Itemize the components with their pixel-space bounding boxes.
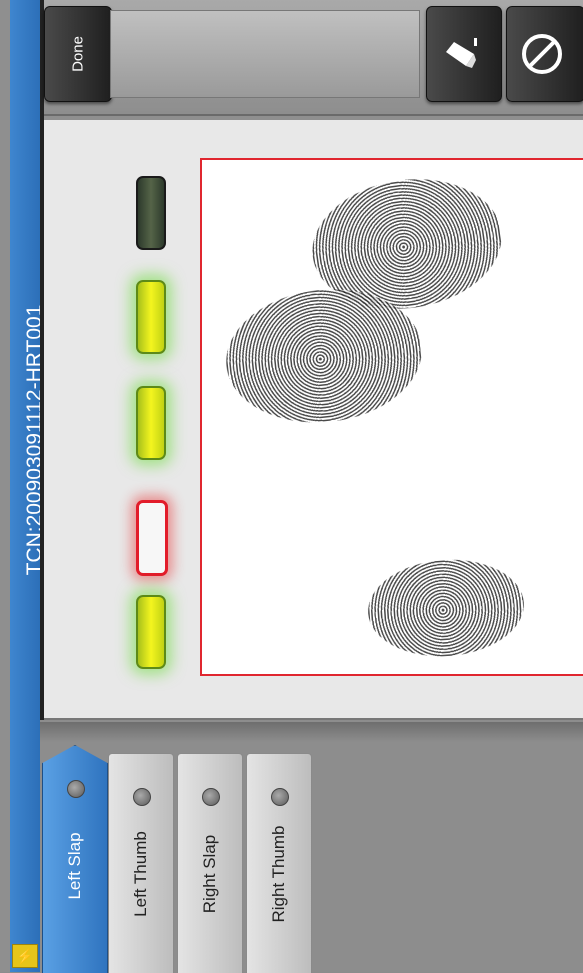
title-bar: TCN:200903091112-HRT001 (10, 0, 46, 972)
status-dot-icon (271, 788, 289, 806)
status-dot-icon (202, 788, 220, 806)
done-button[interactable]: Done (44, 6, 112, 102)
tab-right-thumb[interactable]: Right Thumb (246, 753, 312, 973)
quality-indicator-2 (136, 280, 166, 354)
no-entry-icon (518, 30, 574, 78)
tab-label: Left Thumb (131, 831, 150, 917)
app-logo-icon: ⚡ (12, 944, 38, 968)
done-button-label: Done (69, 36, 87, 72)
command-bar: Done (44, 0, 583, 116)
tab-label: Right Thumb (269, 825, 288, 923)
quality-indicator-4 (136, 500, 168, 576)
quality-indicator-1 (136, 176, 166, 250)
quality-indicator-3 (136, 386, 166, 460)
status-dot-icon (133, 788, 151, 806)
status-dot-icon (67, 780, 85, 798)
tab-bar-shadow (40, 722, 583, 742)
erase-button[interactable] (426, 6, 502, 102)
quality-indicator-5 (136, 595, 166, 669)
cancel-button[interactable] (506, 6, 583, 102)
fingerprint-capture-area (200, 158, 583, 676)
capture-panel (44, 120, 583, 720)
fingerprint-image (364, 554, 528, 662)
tab-label: Left Slap (65, 832, 84, 900)
tab-left-thumb[interactable]: Left Thumb (108, 753, 174, 973)
eraser-icon (438, 32, 490, 76)
command-field (110, 10, 420, 98)
tab-left-slap[interactable]: Left Slap (42, 745, 108, 973)
tab-label: Right Slap (200, 834, 219, 914)
tab-right-slap[interactable]: Right Slap (177, 753, 243, 973)
